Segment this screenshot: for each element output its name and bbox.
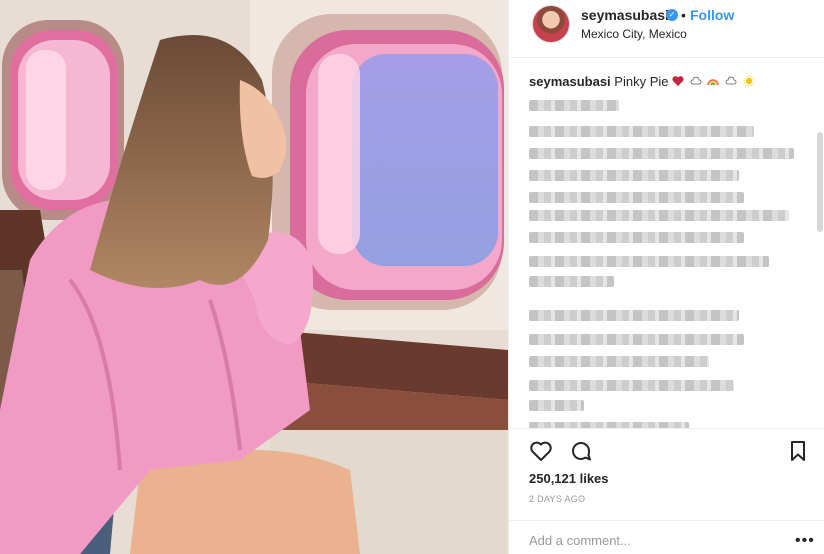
comment-form: ••• bbox=[509, 520, 824, 554]
bookmark-icon[interactable] bbox=[786, 439, 810, 463]
post-header: seymasubasi ✓ • Follow Mexico City, Mexi… bbox=[509, 0, 824, 58]
add-comment-input[interactable] bbox=[529, 533, 779, 548]
caption-text: Pinky Pie bbox=[614, 74, 669, 89]
rainbow-icon bbox=[707, 79, 720, 86]
heart-icon[interactable] bbox=[529, 439, 553, 463]
blurred-comment-line bbox=[529, 170, 739, 181]
cloud-icon bbox=[690, 76, 702, 85]
blurred-comment-line bbox=[529, 256, 769, 267]
post-actions bbox=[509, 428, 824, 468]
caption-username[interactable]: seymasubasi bbox=[529, 74, 611, 89]
post-photo[interactable] bbox=[0, 0, 508, 554]
blurred-comment-line bbox=[529, 400, 584, 411]
comments-scrollbar[interactable] bbox=[817, 132, 823, 232]
comment-icon[interactable] bbox=[569, 439, 593, 463]
blurred-comment-line bbox=[529, 126, 754, 137]
blurred-comment-line bbox=[529, 100, 619, 111]
blurred-comment-line bbox=[529, 334, 744, 345]
avatar[interactable] bbox=[532, 5, 570, 43]
blurred-comment-line bbox=[529, 210, 789, 221]
blurred-comment-line bbox=[529, 232, 744, 243]
more-options-icon[interactable]: ••• bbox=[795, 532, 815, 550]
sun-icon bbox=[743, 75, 755, 87]
blurred-comment-line bbox=[529, 356, 709, 367]
blurred-comment-line bbox=[529, 310, 739, 321]
blurred-comment-line bbox=[529, 276, 614, 287]
blurred-comment-line bbox=[529, 192, 744, 203]
blurred-comment-line bbox=[529, 380, 734, 391]
blurred-comment-line bbox=[529, 148, 794, 159]
post-photo-illustration bbox=[0, 0, 508, 554]
verified-badge-icon: ✓ bbox=[666, 9, 678, 21]
username-link[interactable]: seymasubasi bbox=[581, 7, 669, 23]
separator-dot: • bbox=[681, 7, 686, 23]
post-side-panel: seymasubasi ✓ • Follow Mexico City, Mexi… bbox=[508, 0, 824, 554]
heart-icon bbox=[672, 76, 684, 86]
left-window bbox=[2, 20, 124, 220]
likes-count[interactable]: 250,121 likes bbox=[529, 471, 609, 486]
comments-list[interactable]: seymasubasi Pinky Pie bbox=[509, 62, 824, 428]
location-link[interactable]: Mexico City, Mexico bbox=[581, 27, 687, 41]
follow-button[interactable]: Follow bbox=[690, 7, 734, 23]
post-timestamp[interactable]: 2 DAYS AGO bbox=[529, 494, 585, 504]
caption: seymasubasi Pinky Pie bbox=[529, 74, 757, 90]
cloud-icon bbox=[725, 76, 737, 85]
